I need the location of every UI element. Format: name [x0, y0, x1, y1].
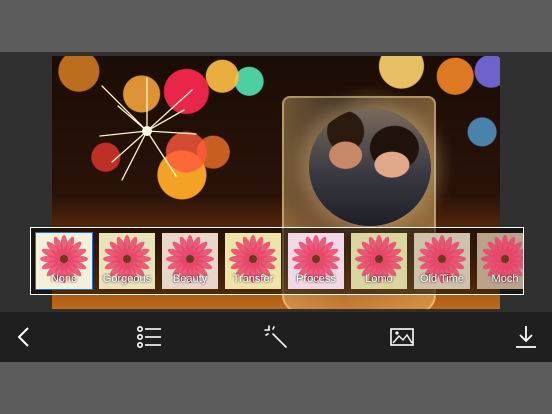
filter-item[interactable]: Gorgeous — [99, 233, 155, 289]
filter-label: Transfer — [232, 273, 274, 285]
filter-item[interactable]: Old Time — [414, 233, 470, 289]
back-icon — [17, 327, 29, 347]
filter-item[interactable]: Process — [288, 233, 344, 289]
filter-label: Old Time — [419, 273, 464, 285]
list-icon — [136, 325, 161, 348]
filter-item[interactable]: None — [35, 232, 93, 290]
effects-button[interactable] — [262, 323, 290, 351]
download-icon — [516, 326, 536, 348]
filter-label: None — [50, 273, 78, 285]
bottom-toolbar — [0, 312, 552, 362]
filter-label: Process — [296, 273, 336, 285]
filter-label: Lomo — [365, 273, 393, 285]
filter-item[interactable]: Moch — [477, 233, 523, 289]
filter-label: Beauty — [172, 273, 208, 285]
filter-item[interactable]: Transfer — [225, 233, 281, 289]
magic-wand-icon — [264, 325, 287, 348]
back-button[interactable] — [10, 323, 38, 351]
filter-label: Moch — [491, 273, 519, 285]
download-button[interactable] — [512, 323, 540, 351]
top-band — [0, 0, 552, 52]
filters-list-button[interactable] — [135, 323, 163, 351]
sparkler-graphic — [99, 77, 197, 181]
filter-item[interactable]: Beauty — [162, 233, 218, 289]
filter-item[interactable]: Lomo — [351, 233, 407, 289]
gallery-button[interactable] — [388, 323, 416, 351]
filter-strip[interactable]: None Gorgeous Beauty Transfer Process Lomo Old… — [30, 227, 524, 295]
image-icon — [390, 328, 414, 346]
filter-label: Gorgeous — [102, 273, 152, 285]
bottom-band — [0, 362, 552, 414]
couple-photo — [309, 108, 431, 226]
